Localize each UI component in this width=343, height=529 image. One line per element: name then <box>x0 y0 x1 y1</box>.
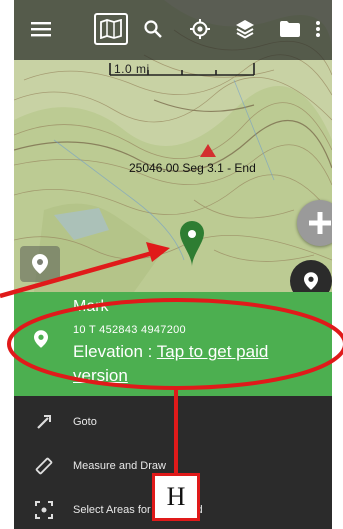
segment-label: 25046.00 Seg 3.1 - End <box>129 161 256 175</box>
plus-icon <box>309 212 331 234</box>
scale-bar: 1.0 mi <box>108 60 258 78</box>
locate-icon[interactable] <box>185 14 215 44</box>
phone-screen: 1.0 mi 25046.00 Seg 3.1 - End Mark 10 T … <box>14 0 332 529</box>
layers-icon[interactable] <box>230 14 260 44</box>
mark-info-panel[interactable]: Mark 10 T 452843 4947200 Elevation : Tap… <box>14 292 332 396</box>
pin-icon <box>304 272 318 290</box>
paid-version-link-cont[interactable]: version <box>73 366 128 386</box>
menu-item-label: Measure and Draw <box>73 460 166 472</box>
folder-icon[interactable] <box>275 14 305 44</box>
search-icon[interactable] <box>138 14 168 44</box>
menu-item-label: Goto <box>73 416 97 428</box>
elevation-row: Elevation : Tap to get paid <box>73 342 268 362</box>
annotation-h-label: H <box>152 473 200 521</box>
select-area-icon <box>34 500 54 520</box>
pin-icon <box>32 254 48 274</box>
more-icon[interactable] <box>310 14 326 44</box>
ruler-icon <box>34 456 54 476</box>
pin-icon <box>34 330 48 353</box>
goto-icon <box>34 412 54 432</box>
paid-version-link[interactable]: Tap to get paid <box>157 342 269 361</box>
elevation-label: Elevation : <box>73 342 157 361</box>
map-view[interactable]: 1.0 mi 25046.00 Seg 3.1 - End <box>14 0 332 292</box>
menu-icon[interactable] <box>26 14 56 44</box>
map-icon[interactable] <box>94 13 128 45</box>
top-toolbar <box>14 0 332 60</box>
menu-item-goto[interactable]: Goto <box>14 400 332 444</box>
mark-title: Mark <box>73 298 109 315</box>
mark-coordinates: 10 T 452843 4947200 <box>73 324 186 336</box>
scale-label: 1.0 mi <box>114 62 150 76</box>
map-side-button[interactable] <box>20 246 60 282</box>
